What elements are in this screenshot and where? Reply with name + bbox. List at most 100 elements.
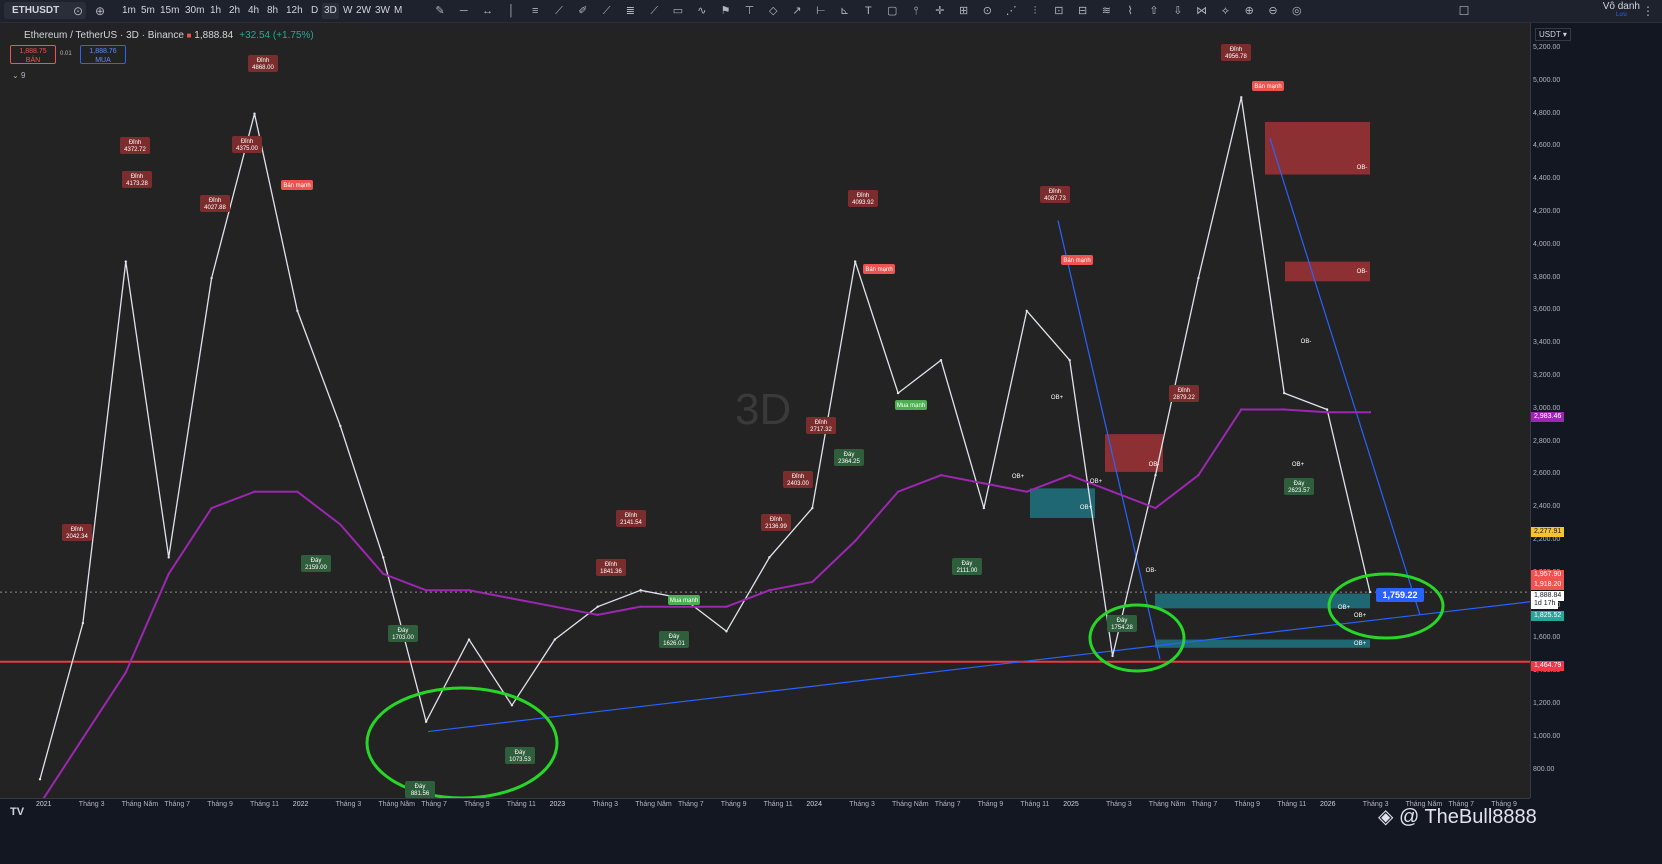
annotation-bottom: Đáy2364.25 (834, 449, 864, 466)
checkbox-icon[interactable]: ☐ (1456, 3, 1472, 19)
annotation-bottom: Đáy1754.28 (1107, 615, 1137, 632)
time-tick: 2021 (36, 801, 52, 808)
annotation-buy: Mua mạnh (668, 595, 700, 605)
annotation-label: Đáy (962, 561, 973, 567)
arrow-up-tool-icon[interactable]: ↗ (789, 3, 805, 19)
data-point (382, 556, 385, 559)
ob-tag: OB+ (1080, 505, 1093, 511)
time-tick: Tháng Năm (121, 801, 159, 808)
zoom-out-tool-icon[interactable]: ⊖ (1265, 3, 1281, 19)
annotation-bottom: Đáy1626.01 (659, 631, 689, 648)
measure-tool-icon[interactable]: ⊤ (741, 3, 757, 19)
data-point (1068, 474, 1071, 477)
annotation-top: Đỉnh2879.22 (1169, 385, 1199, 402)
cross-tool-icon[interactable]: ✛ (932, 3, 948, 19)
data-point (1325, 411, 1329, 414)
annotation-value: 2159.00 (305, 565, 327, 571)
range-tool-icon[interactable]: ⊢ (813, 3, 829, 19)
trend-tool-icon[interactable]: ⟋ (551, 3, 567, 19)
shape-tool-icon[interactable]: ⟡ (1217, 3, 1233, 19)
circle-tool-icon[interactable]: ⊙ (979, 3, 995, 19)
angle-tool-icon[interactable]: ⟋ (646, 3, 662, 19)
interval-3w[interactable]: 3W (373, 3, 392, 19)
interval-d[interactable]: D (309, 3, 320, 19)
text-tool-icon[interactable]: T (860, 3, 876, 19)
box-tool-icon[interactable]: ⊡ (1051, 3, 1067, 19)
data-point (467, 638, 471, 641)
rect-tool-icon[interactable]: ▭ (670, 3, 686, 19)
price-tick: 4,400.00 (1533, 175, 1561, 183)
user-sub: Lưu (1616, 12, 1627, 18)
vline-tool-icon[interactable]: │ (503, 3, 519, 19)
zigzag-tool-icon[interactable]: ⋰ (1003, 3, 1019, 19)
brush-tool-icon[interactable]: ✎ (432, 3, 448, 19)
annotation-value: 4372.72 (124, 147, 146, 153)
annotation-sell: Bán mạnh (1252, 81, 1284, 91)
interval-1h[interactable]: 1h (208, 3, 223, 19)
user-menu[interactable]: Vô danh Lưu (1603, 1, 1640, 18)
interval-w[interactable]: W (341, 3, 354, 19)
annotation-sell: Bán mạnh (863, 264, 895, 274)
data-point (510, 597, 514, 600)
data-point (896, 490, 900, 493)
currency-selector[interactable]: USDT ▾ (1535, 28, 1571, 41)
interval-2h[interactable]: 2h (227, 3, 242, 19)
target-tool-icon[interactable]: ◎ (1289, 3, 1305, 19)
box2-tool-icon[interactable]: ⊟ (1075, 3, 1091, 19)
interval-2w[interactable]: 2W (354, 3, 373, 19)
ray-tool-icon[interactable]: ⟋ (599, 3, 615, 19)
interval-30m[interactable]: 30m (183, 3, 206, 19)
price-label: 1,464.79 (1531, 661, 1565, 671)
interval-12h[interactable]: 12h (284, 3, 305, 19)
interval-8h[interactable]: 8h (265, 3, 280, 19)
interval-m[interactable]: M (392, 3, 404, 19)
zoom-in-tool-icon[interactable]: ⊕ (1241, 3, 1257, 19)
data-point (725, 630, 728, 633)
time-tick: Tháng 7 (934, 801, 961, 808)
data-point (296, 309, 299, 313)
wave-tool-icon[interactable]: ∿ (694, 3, 710, 19)
projection-tool-icon[interactable]: ⋈ (1194, 3, 1210, 19)
add-symbol-icon[interactable]: ⊕ (92, 3, 108, 19)
pen-tool-icon[interactable]: ✐ (575, 3, 591, 19)
more-icon[interactable]: ⋮ (1640, 3, 1656, 19)
chevron-down-icon: ⌄ (12, 71, 19, 80)
price-tick: 2,400.00 (1533, 503, 1561, 511)
short-tool-icon[interactable]: ⇩ (1170, 3, 1186, 19)
diamond-tool-icon[interactable]: ◇ (765, 3, 781, 19)
callout-tool-icon[interactable]: ▢ (884, 3, 900, 19)
buy-button[interactable]: 1,888.76 MUA (80, 45, 126, 64)
interval-15m[interactable]: 15m (158, 3, 181, 19)
channel-tool-icon[interactable]: ≡ (527, 3, 543, 19)
pattern-tool-icon[interactable]: ≋ (1098, 3, 1114, 19)
interval-3d[interactable]: 3D (322, 3, 339, 19)
annotation-bottom: Đáy881.56 (405, 781, 435, 798)
arrow-tool-icon[interactable]: ↔ (480, 3, 496, 19)
time-tick: Tháng 7 (164, 801, 191, 808)
interval-4h[interactable]: 4h (246, 3, 261, 19)
data-point (1368, 590, 1372, 594)
pin-tool-icon[interactable]: ⫯ (908, 3, 924, 19)
ob-tag: OB- (1149, 462, 1160, 468)
fib-tool-icon[interactable]: ≣ (622, 3, 638, 19)
data-point (1111, 654, 1114, 658)
long-tool-icon[interactable]: ⇧ (1146, 3, 1162, 19)
compare-icon[interactable]: ⊙ (70, 3, 86, 19)
interval-5m[interactable]: 5m (139, 3, 157, 19)
data-point (81, 736, 85, 740)
angle2-tool-icon[interactable]: ⊾ (837, 3, 853, 19)
annotation-value: 2111.00 (957, 568, 978, 574)
price-label: 2,277.91 (1531, 527, 1565, 537)
annotation-top: Đỉnh2136.99 (761, 514, 791, 531)
grid-tool-icon[interactable]: ⊞ (956, 3, 972, 19)
data-point (639, 589, 642, 592)
interval-1m[interactable]: 1m (120, 3, 138, 19)
annotation-sell: Bán mạnh (281, 180, 313, 190)
curve-tool-icon[interactable]: ⌇ (1122, 3, 1138, 19)
flag-tool-icon[interactable]: ⚑ (718, 3, 734, 19)
bars-tool-icon[interactable]: ⫶ (1027, 3, 1043, 19)
indicator-toggle[interactable]: ⌄ 9 (12, 71, 25, 80)
time-tick: 2025 (1063, 801, 1079, 808)
line-tool-icon[interactable]: ─ (456, 3, 472, 19)
sell-button[interactable]: 1,888.75 BÁN (10, 45, 56, 64)
